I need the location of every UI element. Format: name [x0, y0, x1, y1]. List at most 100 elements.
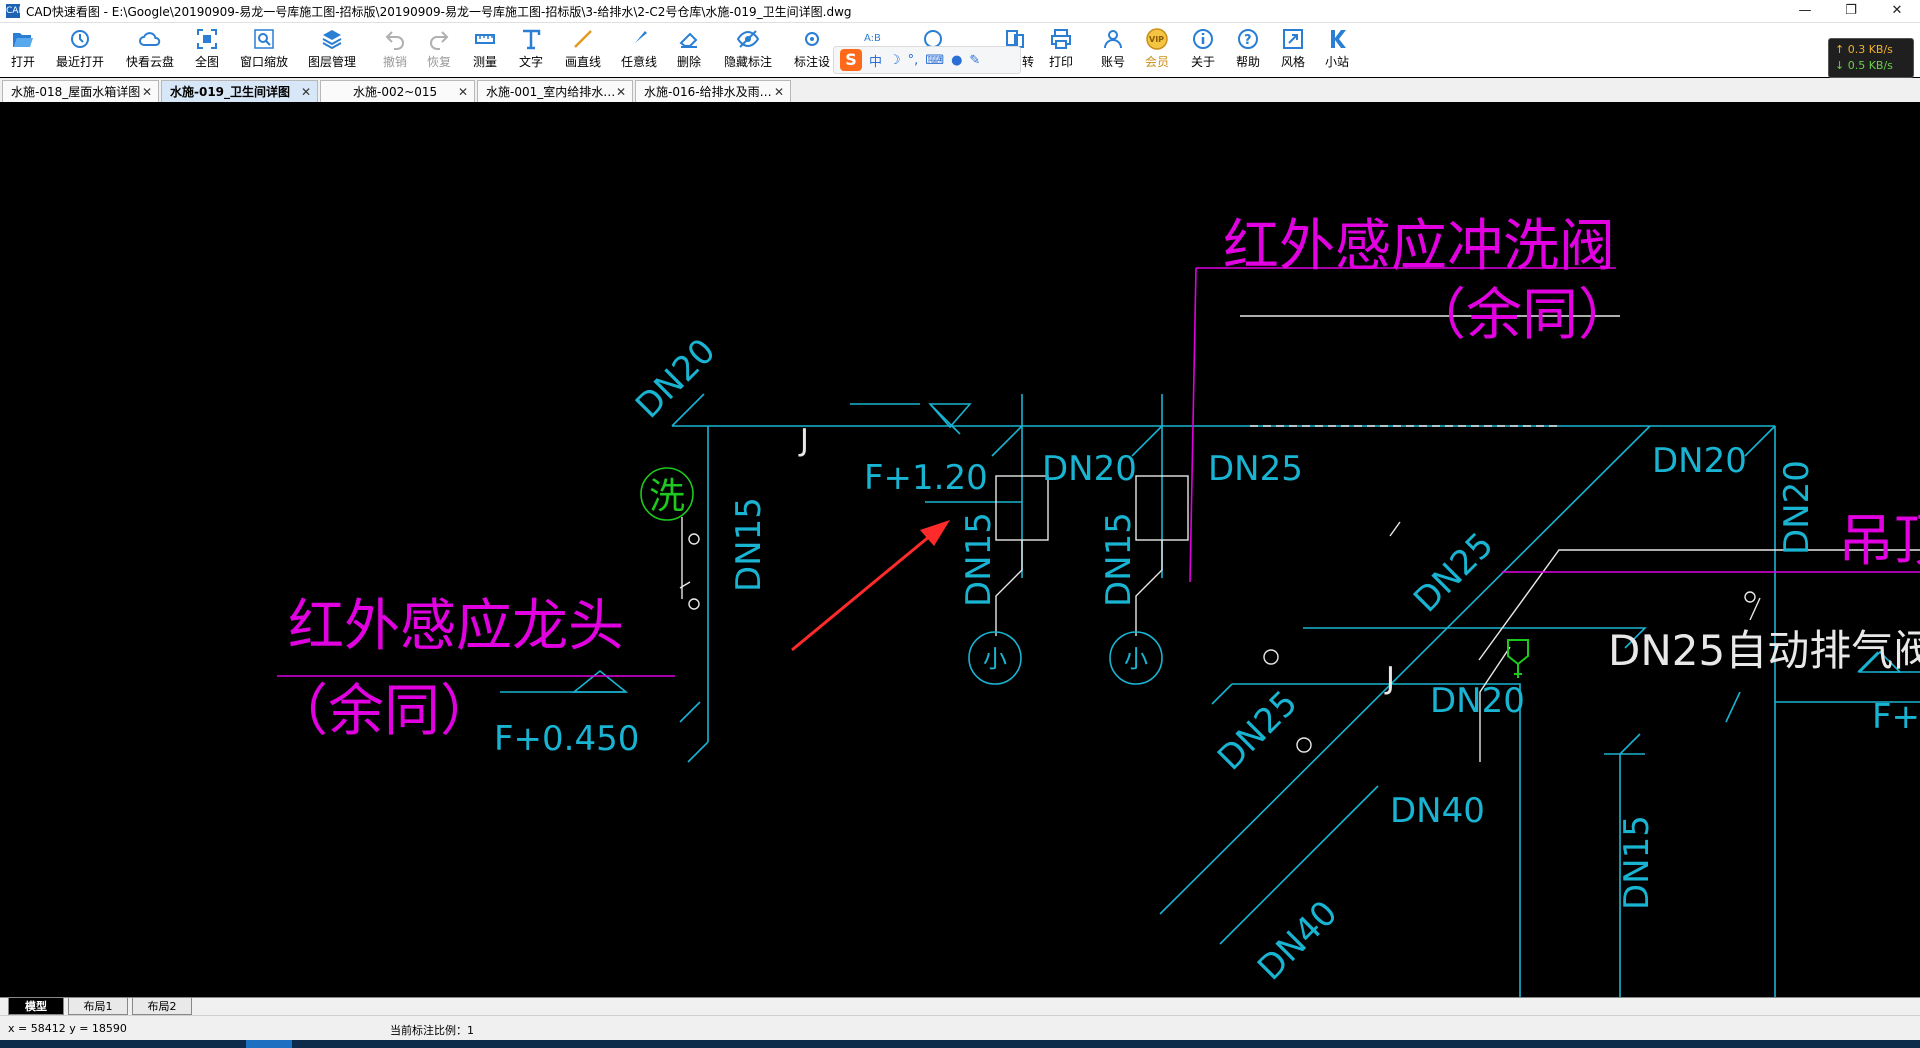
close-tab-icon[interactable]: ✕: [142, 81, 152, 102]
svg-text:A:B: A:B: [864, 33, 881, 44]
vip-button[interactable]: VIP 会员: [1142, 27, 1172, 75]
text-button[interactable]: 文字: [516, 27, 546, 75]
doc-tab[interactable]: 水施-016-给排水及雨… ✕: [635, 80, 791, 102]
annotation-scale: 当前标注比例：1: [390, 1024, 474, 1037]
close-tab-icon[interactable]: ✕: [301, 81, 311, 102]
elevation-triangle: [571, 669, 629, 693]
layout-tab-bar: 模型 布局1 布局2: [0, 997, 1920, 1016]
app-logo-icon: CAD: [6, 4, 26, 18]
redo-button[interactable]: 恢复: [424, 27, 454, 75]
hide-annotation-icon: [736, 30, 760, 48]
drawing-canvas[interactable]: 红外感应冲洗阀 （余同） 红外感应龙头 （余同） 吊顶 洗 小 小 DN25自动…: [0, 102, 1920, 997]
freehand-line-button[interactable]: 任意线: [618, 27, 660, 75]
layer-manager-button[interactable]: 图层管理: [304, 27, 360, 75]
account-button[interactable]: 账号: [1098, 27, 1128, 75]
air-valve-stem: [1514, 664, 1522, 678]
elevation-label: F+0.450: [494, 719, 639, 759]
freehand-icon: [631, 31, 647, 47]
ime-toolbar: S 中 ☽ °, ⌨ ● ✎: [833, 46, 1021, 74]
pipe-size-label: DN25: [1208, 449, 1303, 489]
fit-all-icon: [197, 29, 217, 49]
annotation-settings-icon: [805, 32, 819, 46]
pipe-size-label: DN20: [1430, 681, 1525, 721]
restore-button[interactable]: ❐: [1828, 0, 1874, 22]
hide-annotation-button[interactable]: 隐藏标注: [720, 27, 776, 75]
flush-valve-label: 红外感应冲洗阀: [1223, 214, 1615, 279]
pipe-size-label: DN20: [1652, 441, 1747, 481]
fit-all-button[interactable]: 全图: [192, 27, 222, 75]
open-button[interactable]: 打开: [8, 27, 38, 75]
keyboard-icon[interactable]: ⌨: [925, 53, 944, 68]
station-button[interactable]: 小站: [1322, 27, 1352, 75]
ime-mode-toggle[interactable]: 中: [869, 51, 882, 70]
print-button[interactable]: 打印: [1046, 27, 1076, 75]
redo-icon: [430, 31, 449, 50]
valve-symbol: [688, 533, 700, 545]
undo-icon: [385, 31, 404, 50]
layers-icon: [322, 30, 342, 50]
air-valve-symbol: [1507, 639, 1529, 666]
taskbar-active-app[interactable]: [246, 1040, 292, 1048]
measure-button[interactable]: 测量: [470, 27, 500, 75]
zoom-window-icon: [254, 29, 274, 49]
cloud-icon: [139, 32, 161, 46]
close-tab-icon[interactable]: ✕: [458, 81, 468, 102]
help-button[interactable]: ? 帮助: [1233, 27, 1263, 75]
doc-tab[interactable]: 水施-002~015 ✕: [320, 80, 475, 102]
pipe-size-label: DN25: [1210, 683, 1305, 778]
punctuation-icon[interactable]: °,: [908, 53, 919, 68]
draw-line-button[interactable]: 画直线: [562, 27, 604, 75]
tab-model[interactable]: 模型: [8, 998, 64, 1015]
red-arrow-shaft: [791, 524, 943, 652]
joint-marker: J: [1384, 661, 1395, 696]
style-icon: [1283, 29, 1303, 49]
document-tab-bar: 水施-018_屋面水箱详图 ✕ 水施-019_卫生间详图 ✕ 水施-002~015 ✕…: [0, 78, 1920, 103]
tab-layout2[interactable]: 布局2: [132, 998, 192, 1015]
fixtures: [679, 315, 1920, 762]
valve-symbol: [688, 598, 700, 610]
title-bar: CAD CAD快速看图 - E:\Google\20190909-易龙一号库施工…: [0, 0, 1920, 23]
annotation-settings-button[interactable]: 标注设: [790, 27, 834, 75]
zoom-window-button[interactable]: 窗口缩放: [236, 27, 292, 75]
network-speed-widget: ↑ 0.3 KB/s ↓ 0.5 KB/s: [1828, 38, 1914, 78]
delete-button[interactable]: 删除: [674, 27, 704, 75]
urinal-label: 小: [1124, 645, 1148, 673]
tab-layout1[interactable]: 布局1: [68, 998, 128, 1015]
joint-marker: J: [798, 423, 809, 458]
small-symbol-texts: 小 小: [983, 645, 1148, 673]
doc-tab-active[interactable]: 水施-019_卫生间详图 ✕: [161, 80, 318, 102]
doc-tab-label: 水施-001_室内给排水…: [486, 85, 616, 99]
download-speed: ↓ 0.5 KB/s: [1835, 59, 1893, 72]
close-tab-icon[interactable]: ✕: [616, 81, 626, 102]
pipe-size-label: DN20: [1777, 460, 1817, 555]
undo-button[interactable]: 撤销: [380, 27, 410, 75]
same-note-1: （余同）: [1410, 283, 1634, 348]
doc-tab-label: 水施-016-给排水及雨…: [644, 85, 772, 99]
minimize-button[interactable]: —: [1782, 0, 1828, 22]
doc-tab[interactable]: 水施-018_屋面水箱详图 ✕: [2, 80, 159, 102]
moon-icon[interactable]: ☽: [889, 53, 901, 68]
ceiling-label: 吊顶: [1838, 509, 1920, 574]
cloud-drive-button[interactable]: 快看云盘: [122, 27, 178, 75]
pipe-size-label: DN15: [729, 497, 769, 592]
ime-tool-icon[interactable]: ✎: [969, 53, 980, 68]
close-window-button[interactable]: ✕: [1874, 0, 1920, 22]
elevation-label: F+1: [1872, 697, 1920, 737]
ruler-icon: [475, 34, 495, 44]
urinal-label: 小: [983, 645, 1007, 673]
user-icon: [1104, 30, 1122, 49]
sogou-logo-icon[interactable]: S: [840, 49, 862, 71]
valve-symbol: [1296, 737, 1312, 753]
ime-user-icon[interactable]: ●: [951, 53, 962, 68]
about-button[interactable]: 关于: [1188, 27, 1218, 75]
style-button[interactable]: 风格: [1278, 27, 1308, 75]
close-tab-icon[interactable]: ✕: [774, 81, 784, 102]
pipe-size-label: DN15: [959, 512, 999, 607]
folder-open-icon: [13, 33, 33, 47]
upload-speed: ↑ 0.3 KB/s: [1835, 43, 1893, 56]
eraser-icon: [679, 32, 698, 48]
recent-open-button[interactable]: 最近打开: [52, 27, 108, 75]
history-icon: [71, 30, 89, 48]
doc-tab[interactable]: 水施-001_室内给排水… ✕: [477, 80, 633, 102]
line-icon: [574, 30, 592, 48]
